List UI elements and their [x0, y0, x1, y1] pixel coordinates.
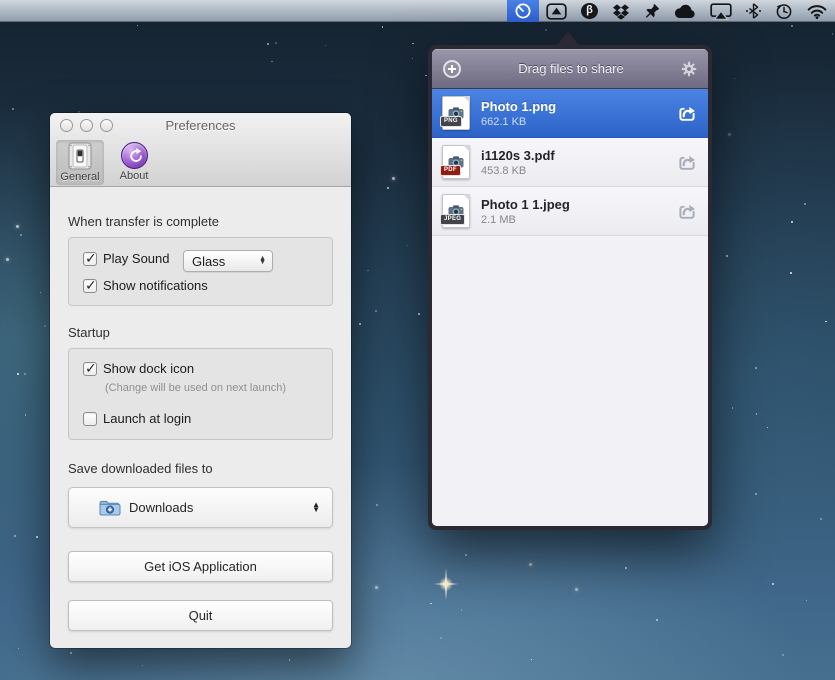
file-size: 2.1 MB	[481, 214, 668, 226]
file-size: 453.8 KB	[481, 165, 668, 177]
launch-login-label: Launch at login	[103, 411, 191, 426]
sound-select-value: Glass	[192, 254, 225, 269]
show-dock-checkbox[interactable]	[83, 362, 97, 376]
toolbar-label-about: About	[120, 170, 149, 182]
file-type-badge: JPEG	[440, 214, 465, 225]
eject-icon[interactable]	[539, 0, 574, 22]
transfer-heading: When transfer is complete	[68, 214, 219, 229]
play-sound-checkbox[interactable]	[83, 252, 97, 266]
pushpin-icon[interactable]	[637, 0, 667, 22]
preferences-toolbar: General About	[56, 140, 158, 185]
download-folder-popup[interactable]: Downloads	[68, 487, 333, 528]
app-icon[interactable]	[507, 0, 539, 22]
save-heading: Save downloaded files to	[68, 461, 213, 476]
show-notifications-label: Show notifications	[103, 278, 208, 293]
traffic-lights	[60, 119, 113, 132]
select-arrows-icon	[259, 257, 266, 265]
show-notifications-row: Show notifications	[83, 278, 208, 293]
beta-icon[interactable]: β	[574, 0, 605, 22]
app-orb-icon	[121, 142, 148, 169]
file-size: 662.1 KB	[481, 116, 668, 128]
beta-symbol: β	[581, 3, 598, 19]
preferences-window: Preferences General About	[50, 113, 351, 648]
file-name: Photo 1 1.jpeg	[481, 197, 668, 212]
popup-arrows-icon	[312, 503, 320, 512]
popover-arrow	[557, 32, 579, 45]
switch-icon	[68, 142, 92, 170]
time-machine-icon[interactable]	[768, 0, 800, 22]
dock-note: (Change will be used on next launch)	[105, 382, 286, 394]
file-row[interactable]: JPEG Photo 1 1.jpeg 2.1 MB	[432, 187, 708, 236]
file-type-icon: PNG	[442, 96, 470, 130]
settings-button gear-icon[interactable]	[681, 61, 697, 77]
toolbar-label-general: General	[60, 171, 99, 183]
sound-select[interactable]: Glass	[183, 250, 273, 272]
launch-login-checkbox[interactable]	[83, 412, 97, 426]
show-dock-row: Show dock icon	[83, 361, 194, 376]
share-button share-icon[interactable]	[676, 151, 698, 173]
popover-title: Drag files to share	[461, 61, 681, 76]
airplay-icon[interactable]	[703, 0, 739, 22]
file-row[interactable]: PNG Photo 1.png 662.1 KB	[432, 89, 708, 138]
get-ios-button[interactable]: Get iOS Application	[68, 551, 333, 582]
drop-zone[interactable]	[432, 236, 708, 526]
file-row[interactable]: PDF i1120s 3.pdf 453.8 KB	[432, 138, 708, 187]
share-button share-icon[interactable]	[676, 102, 698, 124]
bright-star	[439, 577, 453, 591]
add-file-button plus-icon[interactable]	[443, 60, 461, 78]
toolbar-item-about[interactable]: About	[110, 140, 158, 185]
show-notifications-checkbox[interactable]	[83, 279, 97, 293]
file-type-icon: PDF	[442, 145, 470, 179]
minimize-button[interactable]	[80, 119, 93, 132]
file-name: i1120s 3.pdf	[481, 148, 668, 163]
startup-groupbox: Show dock icon (Change will be used on n…	[68, 348, 333, 440]
status-icon-area: β	[507, 0, 834, 22]
downloads-folder-icon	[99, 499, 121, 516]
play-sound-label: Play Sound	[103, 251, 170, 266]
bluetooth-icon[interactable]	[739, 0, 768, 22]
window-chrome: Preferences General About	[50, 113, 351, 187]
launch-login-row: Launch at login	[83, 411, 191, 426]
file-name: Photo 1.png	[481, 99, 668, 114]
share-popover: Drag files to share PNG Photo 1.png 662.…	[428, 45, 712, 530]
zoom-button[interactable]	[100, 119, 113, 132]
toolbar-item-general[interactable]: General	[56, 140, 104, 185]
startup-heading: Startup	[68, 325, 110, 340]
show-dock-label: Show dock icon	[103, 361, 194, 376]
share-button share-icon[interactable]	[676, 200, 698, 222]
wifi-icon[interactable]	[800, 0, 834, 22]
play-sound-row: Play Sound	[83, 251, 170, 266]
download-folder-value: Downloads	[129, 500, 193, 515]
quit-button[interactable]: Quit	[68, 600, 333, 631]
close-button[interactable]	[60, 119, 73, 132]
file-type-badge: PNG	[440, 116, 462, 127]
file-type-badge: PDF	[440, 165, 461, 176]
transfer-groupbox: Play Sound Glass Show notifications	[68, 237, 333, 306]
file-list: PNG Photo 1.png 662.1 KB PDF i1120s 3.pd	[432, 89, 708, 236]
title-bar[interactable]: Preferences	[50, 113, 351, 139]
popover-header: Drag files to share	[432, 49, 708, 89]
file-type-icon: JPEG	[442, 194, 470, 228]
cloud-icon[interactable]	[667, 0, 703, 22]
dropbox-icon[interactable]	[605, 0, 637, 22]
menu-bar: β	[0, 0, 835, 22]
